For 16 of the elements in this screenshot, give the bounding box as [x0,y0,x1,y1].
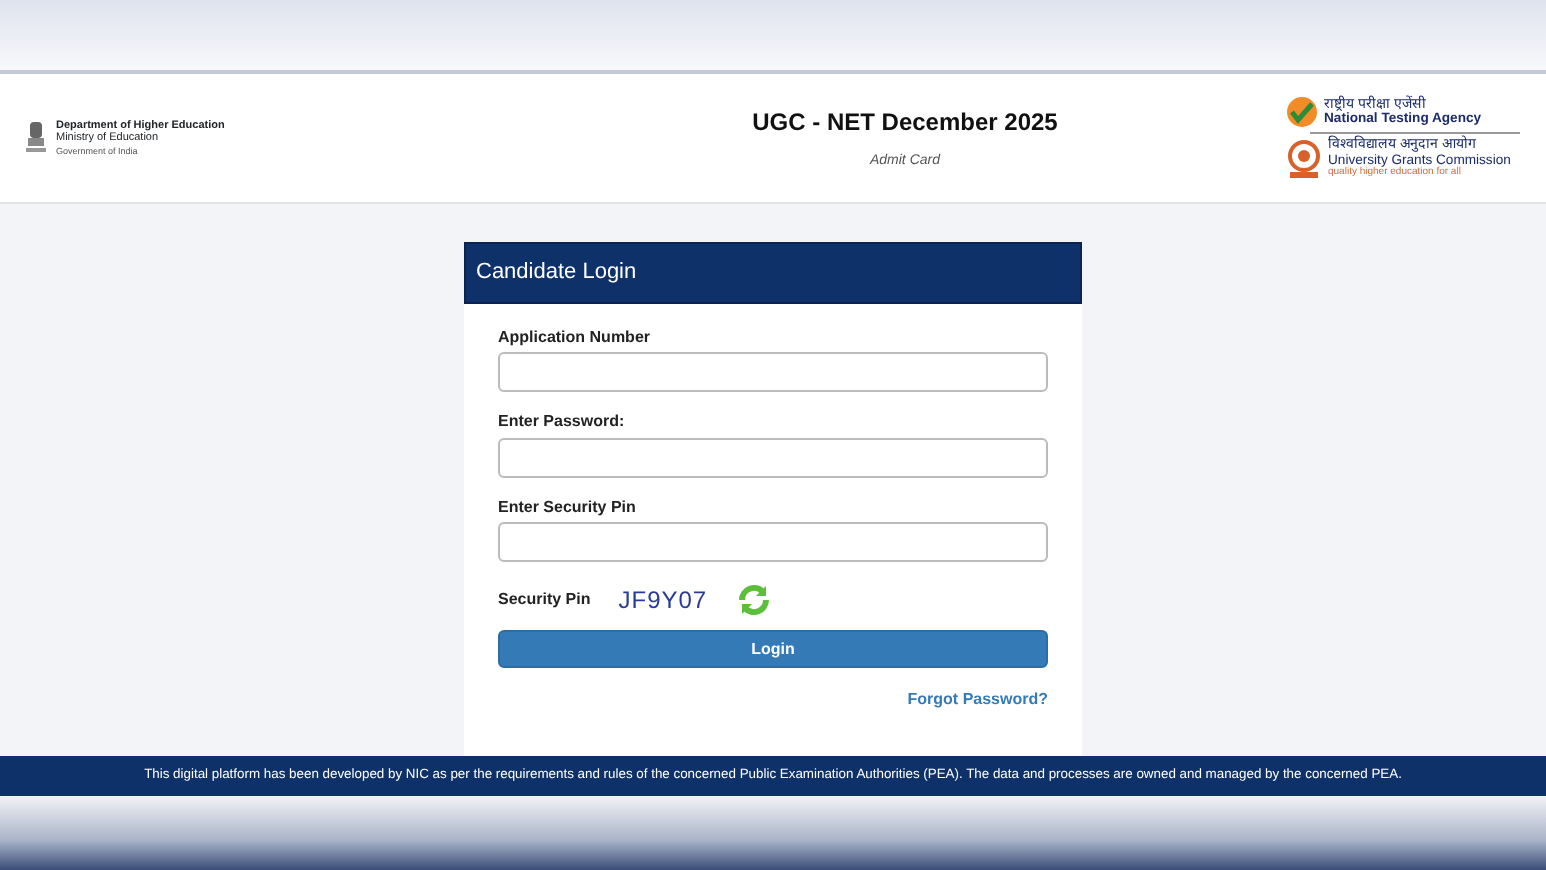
emblem-icon [24,120,48,156]
field-label: Enter Password: [498,412,627,432]
emblem-logo-icon [1286,139,1322,179]
field-label: Application Number [498,327,653,347]
field-label: Enter Security Pin [498,497,638,517]
input-field[interactable] [498,352,1048,393]
input-field[interactable] [498,522,1048,563]
refresh-icon[interactable] [735,582,772,619]
checkmark-logo-icon [1286,96,1318,129]
captcha-code: JF9Y07 [618,584,708,619]
field-label: Security Pin [498,588,591,613]
input-field[interactable] [498,437,1048,478]
forgot-password-link[interactable]: Forgot Password? [907,688,1048,713]
card-header: Candidate Login [464,242,1082,303]
page-title: UGC - NET December 2025 [750,105,1060,140]
login-button[interactable]: Login [498,630,1048,669]
